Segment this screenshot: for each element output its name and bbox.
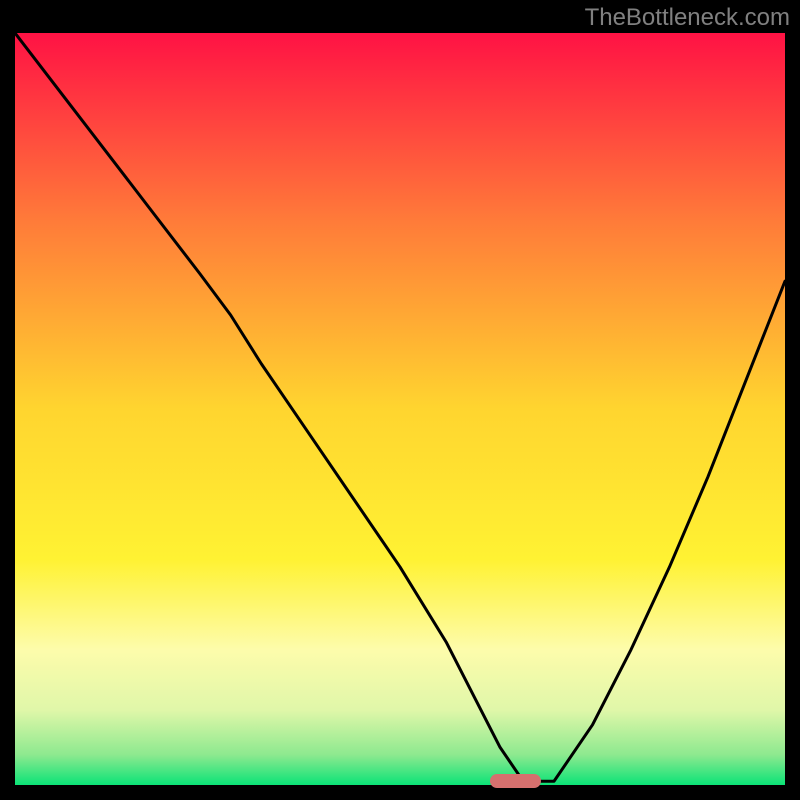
watermark-text: TheBottleneck.com xyxy=(585,4,790,32)
plot-area xyxy=(15,33,785,785)
chart-frame: TheBottleneck.com xyxy=(0,0,800,800)
optimal-point-marker xyxy=(490,774,540,788)
background-gradient xyxy=(15,33,785,785)
